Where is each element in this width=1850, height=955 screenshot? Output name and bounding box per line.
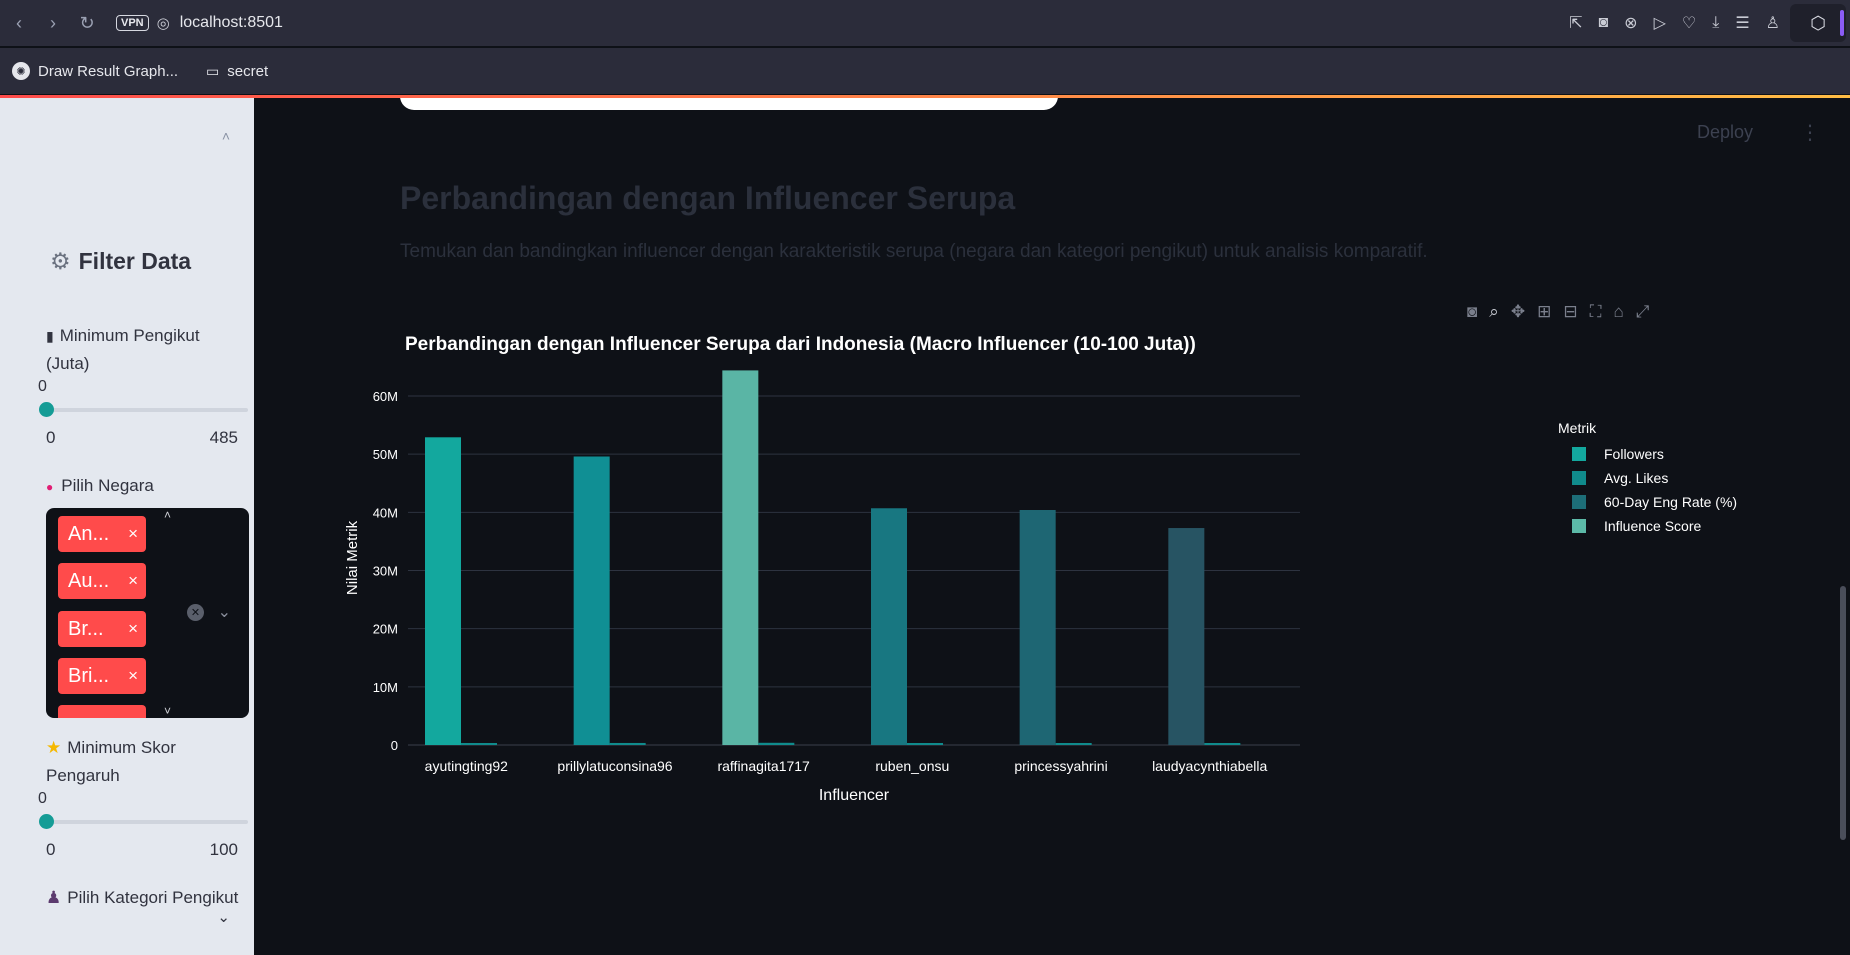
back-icon[interactable]: ‹	[4, 8, 34, 38]
person-icon: ♟	[46, 888, 62, 907]
vpn-badge[interactable]: VPN	[116, 15, 149, 31]
y-tick-label: 10M	[373, 680, 398, 695]
country-tag[interactable]: Au... ×	[58, 563, 146, 599]
bar-followers	[1019, 510, 1056, 745]
remove-icon[interactable]: ×	[128, 666, 138, 686]
category-label: ♟ Pilih Kategori Pengikut	[46, 888, 239, 907]
remove-icon[interactable]: ×	[128, 571, 138, 591]
x-tick-label: princessyahrini	[1014, 758, 1107, 774]
heart-icon[interactable]: ♡	[1682, 13, 1696, 33]
settings-icon[interactable]: ☰	[1735, 13, 1749, 33]
profile-icon[interactable]: ♙	[1766, 13, 1780, 33]
legend-swatch	[1572, 471, 1586, 485]
country-tag[interactable]: Bri... ×	[58, 658, 146, 694]
bar-avg-likes	[1204, 743, 1241, 745]
chart-legend: Metrik Followers Avg. Likes 60-Day Eng R…	[1558, 420, 1737, 538]
min-followers-slider[interactable]	[39, 402, 248, 417]
bookmark-draw-result[interactable]: ✺ Draw Result Graph...	[12, 62, 178, 80]
browser-toolbar: ‹ › ↻ VPN ◎ localhost:8501 ⇱ ◙ ⊗ ▷ ♡ ⤓ ☰…	[0, 0, 1850, 46]
remove-icon[interactable]: ×	[128, 524, 138, 544]
play-icon[interactable]: ▷	[1654, 13, 1666, 33]
bar-followers	[573, 456, 610, 745]
bar-avg-likes	[907, 743, 943, 745]
reload-icon[interactable]: ↻	[72, 8, 102, 38]
min-score-label: ★ Minimum Skor Pengaruh	[46, 738, 176, 785]
sidebar: ˄ ⚙ Filter Data ▮ Minimum Pengikut (Juta)…	[0, 98, 254, 955]
x-tick-label: prillylatuconsina96	[557, 758, 672, 774]
extensions-icon[interactable]: ⬡	[1790, 4, 1846, 42]
bar-avg-likes	[461, 743, 497, 745]
site-info-icon[interactable]: ◎	[157, 14, 170, 32]
legend-title: Metrik	[1558, 420, 1597, 436]
country-label: ● Pilih Negara	[46, 476, 154, 495]
camera-icon[interactable]: ◙	[1599, 14, 1609, 32]
bar-avg-likes	[609, 742, 646, 745]
min-score-slider[interactable]	[39, 814, 248, 829]
chevron-up-icon[interactable]: ˄	[222, 128, 230, 144]
x-tick-label: ruben_onsu	[875, 758, 949, 774]
bar-avg-likes	[758, 742, 795, 745]
clear-icon[interactable]: ✕	[187, 604, 204, 621]
y-tick-label: 30M	[373, 564, 398, 579]
bookmark-label: Draw Result Graph...	[38, 62, 179, 80]
forward-icon[interactable]: ›	[38, 8, 68, 38]
x-tick-label: raffinagita1717	[717, 758, 810, 774]
x-axis-label: Influencer	[819, 787, 890, 804]
scroll-up-icon[interactable]: ˄	[164, 508, 171, 522]
country-multiselect[interactable]: ˄ An... × Au... × Br... × Bri... × ✕ ⌄ ˅	[46, 508, 249, 718]
y-axis-label: Nilai Metrik	[344, 520, 361, 595]
bar-avg-likes	[1055, 743, 1092, 745]
x-tick-label: ayutingting92	[425, 758, 509, 774]
bookmark-secret[interactable]: ▭ secret	[206, 63, 268, 80]
y-tick-label: 50M	[373, 447, 398, 462]
country-tag[interactable]: Br... ×	[58, 611, 146, 647]
min-followers-value: 0	[38, 378, 47, 395]
y-tick-label: 20M	[373, 622, 398, 637]
sidebar-title: ⚙ Filter Data	[50, 248, 192, 274]
y-tick-label: 0	[391, 738, 398, 753]
gear-icon: ⚙	[50, 248, 71, 274]
country-tag-partial[interactable]	[58, 705, 146, 718]
slider-min-label: 0	[46, 428, 56, 447]
slider-handle[interactable]	[39, 402, 54, 417]
remove-icon[interactable]: ×	[128, 619, 138, 639]
chevron-down-icon[interactable]: ⌄	[217, 908, 230, 926]
legend-item[interactable]: Avg. Likes	[1558, 466, 1737, 490]
legend-item[interactable]: Followers	[1558, 442, 1737, 466]
bar-followers	[425, 437, 461, 745]
share-icon[interactable]: ⇱	[1569, 13, 1582, 33]
legend-swatch	[1572, 519, 1586, 533]
scroll-down-icon[interactable]: ˅	[164, 704, 171, 718]
shield-icon[interactable]: ⊗	[1624, 13, 1637, 33]
bar-followers	[871, 508, 907, 745]
pin-icon: ●	[46, 480, 54, 494]
y-tick-label: 60M	[373, 389, 398, 404]
x-tick-label: laudyacynthiabella	[1152, 758, 1267, 774]
legend-swatch	[1572, 495, 1586, 509]
legend-swatch	[1572, 447, 1586, 461]
bar-followers	[722, 370, 759, 745]
slider-max-label: 485	[209, 428, 238, 447]
openai-icon: ✺	[12, 62, 30, 80]
slider-handle[interactable]	[39, 814, 54, 829]
download-icon[interactable]: ⤓	[1712, 14, 1719, 32]
chevron-down-icon[interactable]: ⌄	[218, 602, 231, 622]
main-content: Deploy ⋮ Perbandingan dengan Influencer …	[254, 98, 1850, 955]
min-followers-label: ▮ Minimum Pengikut (Juta)	[46, 326, 200, 373]
slider-min-label: 0	[46, 840, 56, 859]
star-icon: ★	[46, 738, 62, 757]
min-score-value: 0	[38, 790, 47, 807]
scrollbar[interactable]	[1840, 586, 1846, 840]
address-bar[interactable]: localhost:8501	[180, 14, 283, 32]
legend-item[interactable]: Influence Score	[1558, 514, 1737, 538]
legend-item[interactable]: 60-Day Eng Rate (%)	[1558, 490, 1737, 514]
y-tick-label: 40M	[373, 505, 398, 520]
country-tag[interactable]: An... ×	[58, 516, 146, 552]
folder-icon: ▭	[206, 62, 220, 79]
mobile-icon: ▮	[46, 328, 54, 344]
bookmarks-bar: ✺ Draw Result Graph... ▭ secret	[0, 48, 1850, 94]
bookmark-label: secret	[227, 62, 269, 80]
bar-followers	[1168, 528, 1205, 745]
slider-max-label: 100	[209, 840, 238, 859]
